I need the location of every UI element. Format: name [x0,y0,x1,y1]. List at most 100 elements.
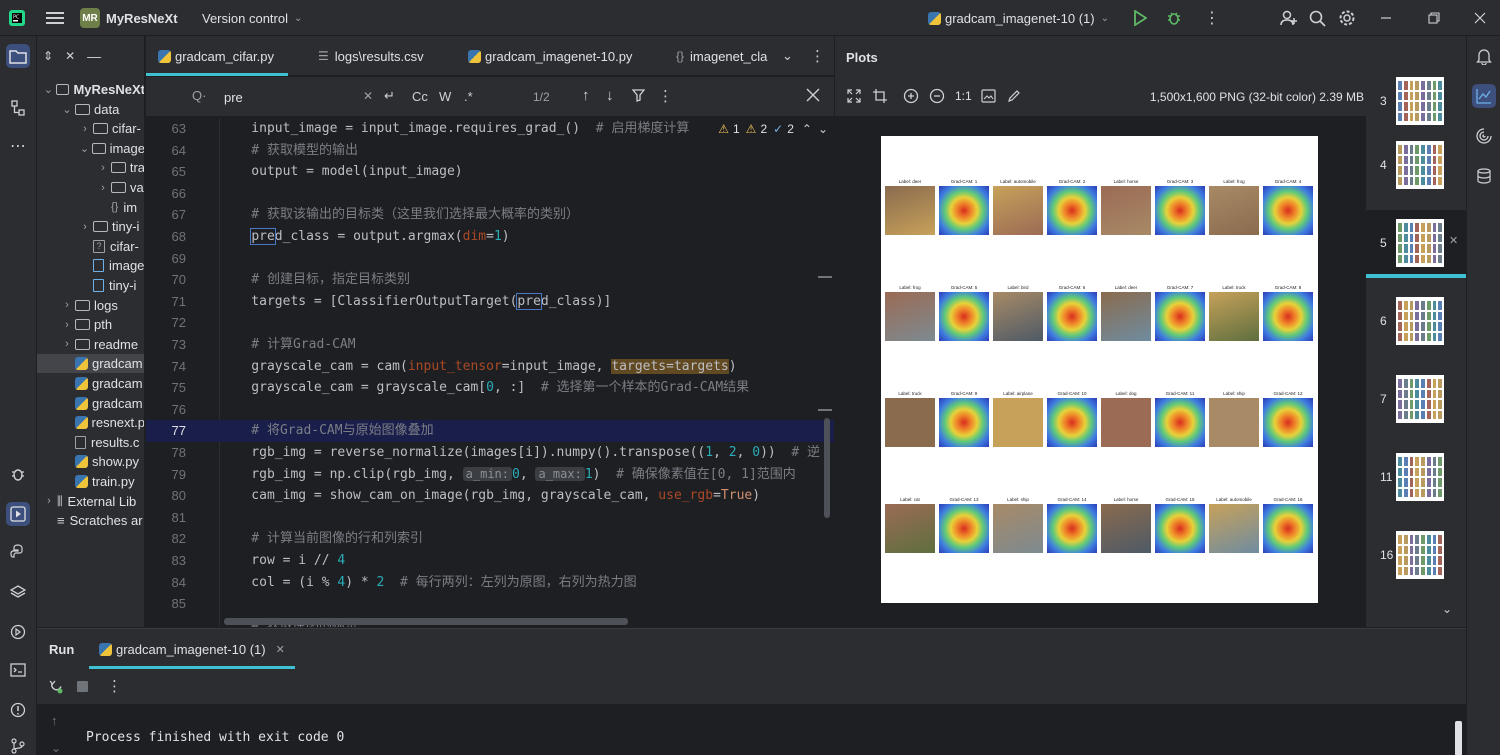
ai-assistant-icon[interactable] [1472,124,1496,148]
rerun-icon[interactable] [49,679,64,694]
vertical-scrollbar[interactable] [824,418,830,518]
tab-imagenet-class[interactable]: {} imagenet_cla [676,36,767,76]
tree-item[interactable]: › tra [37,158,144,177]
tree-item[interactable]: image [37,256,144,275]
zoom-out-icon[interactable] [929,88,945,104]
plot-thumbnail[interactable]: 5 ✕ [1366,210,1466,278]
tree-item[interactable]: ⌄ MyResNeXt [37,80,144,99]
more-tools-icon[interactable]: ⋯ [6,134,30,158]
close-find-icon[interactable] [806,88,820,102]
tab-gradcam-cifar[interactable]: gradcam_cifar.py [146,36,288,76]
vcs-widget[interactable]: Version control ⌄ [202,0,302,36]
tree-item[interactable]: gradcam [37,374,144,393]
tree-item[interactable]: results.c [37,433,144,452]
debug-bug-icon[interactable] [6,462,30,486]
project-folder-icon[interactable] [6,44,30,68]
layers-icon[interactable] [6,580,30,604]
tab-results-csv[interactable]: ☰ logs\results.csv [318,36,424,76]
actual-size-button[interactable]: 1:1 [955,89,972,103]
hide-panel-icon[interactable]: — [87,48,101,64]
tree-item[interactable]: ⌄ image [37,139,144,158]
regex-toggle[interactable]: .* [464,89,473,104]
fit-to-window-icon[interactable] [847,89,861,103]
console-scrollbar[interactable] [1455,721,1462,755]
close-tab-icon[interactable]: ✕ [276,643,285,656]
tree-item[interactable]: train.py [37,472,144,491]
match-case-toggle[interactable]: Cc [412,89,428,104]
tab-gradcam-imagenet[interactable]: gradcam_imagenet-10.py [468,36,632,76]
tree-item[interactable]: gradcam [37,394,144,413]
tree-item[interactable]: gradcam [37,354,144,374]
chevron-down-icon[interactable]: ⌄ [79,142,90,155]
new-line-icon[interactable]: ↵ [384,88,395,104]
chevron-right-icon[interactable]: › [97,182,109,194]
database-icon[interactable] [1472,164,1496,188]
next-match-icon[interactable]: ↓ [606,87,614,104]
run-tool-icon[interactable] [6,502,30,526]
tree-item[interactable]: › logs [37,296,144,315]
tree-item[interactable]: ? cifar- [37,237,144,256]
chevron-right-icon[interactable]: › [43,495,55,507]
plots-tool-icon[interactable] [1472,84,1496,108]
run-button[interactable] [1133,0,1147,36]
filter-icon[interactable] [632,89,645,102]
clear-search-icon[interactable]: ✕ [363,89,373,103]
terminal-icon[interactable] [6,658,30,682]
tree-item[interactable]: resnext.p [37,413,144,432]
settings-gear-icon[interactable] [1338,0,1356,36]
tab-list-chevron-icon[interactable]: ⌄ [782,36,793,76]
previous-match-icon[interactable]: ↑ [582,87,590,104]
chevron-right-icon[interactable]: › [61,299,73,311]
image-icon[interactable] [981,89,996,103]
structure-icon[interactable] [6,96,30,120]
next-highlight-icon[interactable]: ⌄ [818,122,828,136]
chevron-right-icon[interactable]: › [79,123,91,135]
scroll-up-icon[interactable]: ↑ [51,713,58,728]
plot-thumbnail[interactable]: 11 [1366,444,1466,510]
previous-highlight-icon[interactable]: ⌃ [802,122,812,136]
scroll-down-icon[interactable]: ⌄ [51,741,61,755]
tree-item[interactable]: ⌄ data [37,100,144,119]
tree-item[interactable]: › pth [37,315,144,334]
tree-item[interactable]: › cifar- [37,119,144,138]
debug-button[interactable] [1166,0,1182,36]
project-widget[interactable]: MR MyResNeXt [80,0,178,36]
tree-item[interactable]: tiny-i [37,276,144,295]
chevron-down-icon[interactable]: ⌄ [61,103,73,116]
crop-icon[interactable] [873,89,887,103]
inspection-widget[interactable]: ⚠ 1 ⚠ 2 ✓ 2 ⌃ ⌄ [712,120,828,138]
tab-more-icon[interactable]: ⋮ [810,36,825,76]
problems-icon[interactable] [6,698,30,722]
tree-item[interactable]: show.py [37,452,144,471]
tree-item[interactable]: › ⫼ External Lib [37,492,144,511]
chevron-down-icon[interactable]: ⌄ [43,83,54,96]
minimize-icon[interactable] [1380,0,1392,36]
find-more-icon[interactable]: ⋮ [658,87,673,105]
more-actions-icon[interactable]: ⋮ [1204,0,1220,36]
plot-thumbnail[interactable]: 3 [1366,68,1466,134]
add-user-icon[interactable] [1280,0,1298,36]
zoom-in-icon[interactable] [903,88,919,104]
restore-icon[interactable] [1428,0,1440,36]
plot-canvas[interactable]: Label: deer Grad-CAM: 1 Label: automobile G… [835,116,1366,627]
tree-item[interactable]: {} im [37,198,144,217]
expand-collapse-icon[interactable]: ⇕ [43,49,53,63]
find-input[interactable] [224,88,354,106]
plot-thumbnail[interactable]: 16 [1366,522,1466,588]
main-menu-icon[interactable] [46,0,64,36]
run-tab[interactable]: gradcam_imagenet-10 (1) ✕ [89,629,295,669]
code-editor[interactable]: ⚠ 1 ⚠ 2 ✓ 2 ⌃ ⌄ input_image = input_image.r… [220,118,834,627]
chevron-right-icon[interactable]: › [79,221,91,233]
notifications-bell-icon[interactable] [1472,44,1496,68]
run-config-selector[interactable]: gradcam_imagenet-10 (1) ⌄ [928,0,1109,36]
git-icon[interactable] [6,734,30,755]
plot-thumbnail[interactable]: 7 [1366,366,1466,432]
tree-item[interactable]: › va [37,178,144,197]
chevron-right-icon[interactable]: › [61,338,73,350]
close-window-icon[interactable] [1474,0,1486,36]
python-console-icon[interactable] [6,540,30,564]
whole-word-toggle[interactable]: W [439,89,451,104]
chevron-right-icon[interactable]: › [97,162,109,174]
color-picker-icon[interactable] [1007,89,1021,103]
stop-icon[interactable] [77,681,88,692]
